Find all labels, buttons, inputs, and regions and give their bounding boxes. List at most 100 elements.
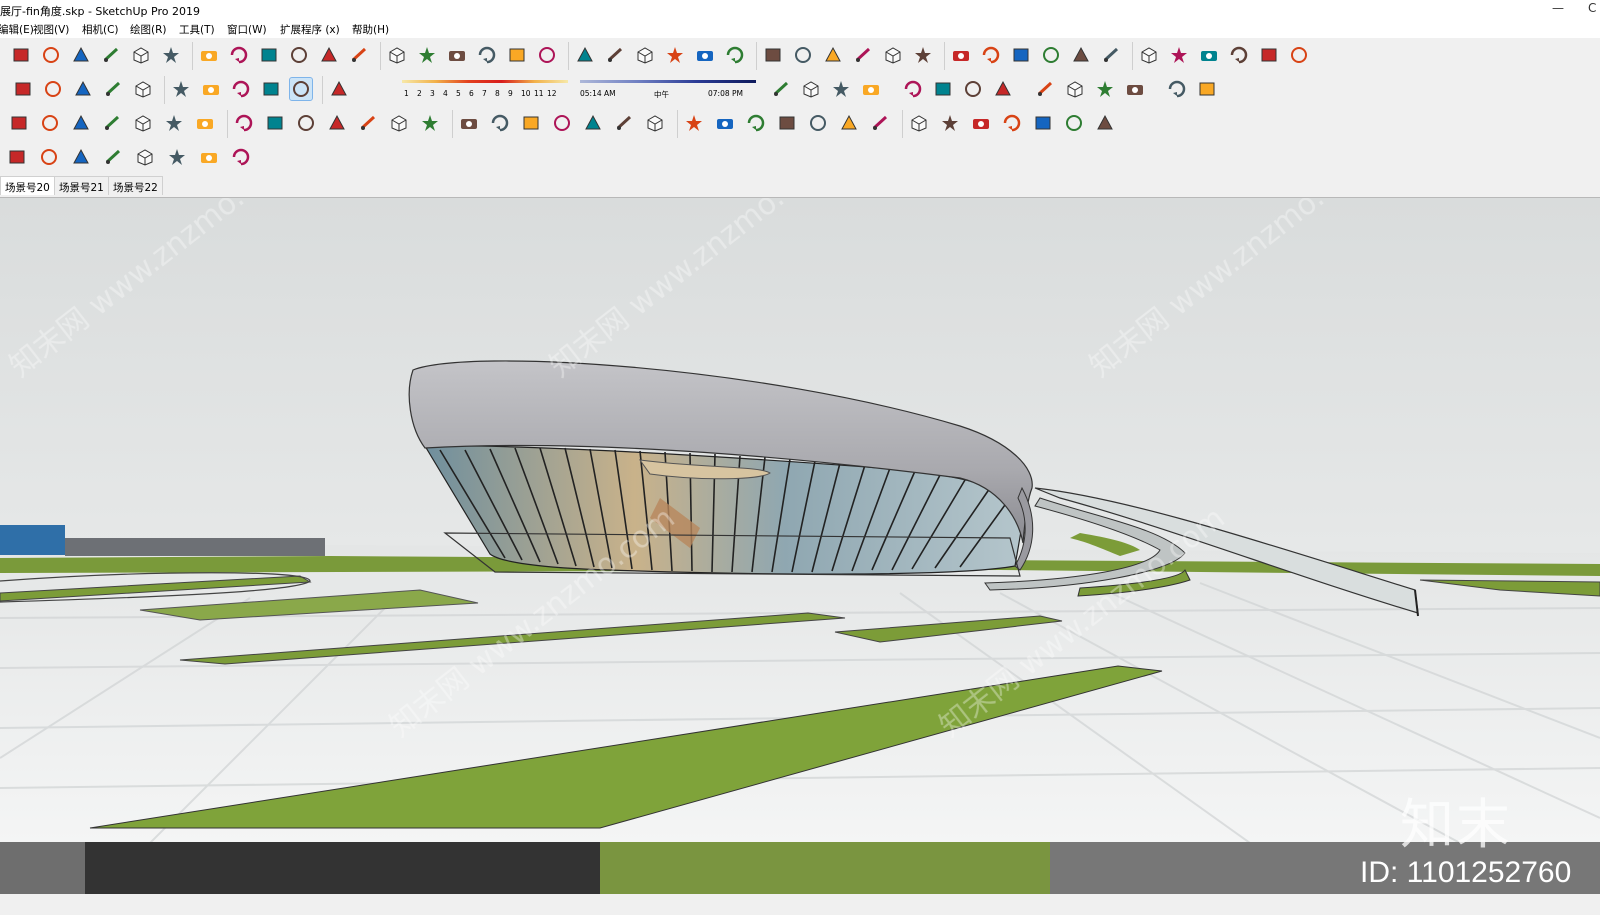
cut-icon[interactable] <box>264 112 286 134</box>
reel-icon[interactable] <box>939 112 961 134</box>
magnet-icon[interactable] <box>962 78 984 100</box>
menu-camera[interactable]: 相机(C) <box>82 22 119 37</box>
scene-tab-20[interactable]: 场景号20 <box>0 176 55 195</box>
menu-view[interactable]: 视图(V) <box>33 22 69 37</box>
add-icon[interactable] <box>38 146 60 168</box>
top-view-icon[interactable] <box>980 44 1002 66</box>
scene-tab-21[interactable]: 场景号21 <box>54 176 109 195</box>
scene-export-icon[interactable] <box>1124 78 1146 100</box>
orbit-icon[interactable] <box>348 44 370 66</box>
camera-icon[interactable] <box>1166 78 1188 100</box>
frame-icon[interactable] <box>326 112 348 134</box>
flower-icon[interactable] <box>458 112 480 134</box>
terrain-icon[interactable] <box>776 112 798 134</box>
rotate-icon[interactable] <box>198 44 220 66</box>
menu-tools[interactable]: 工具(T) <box>179 22 215 37</box>
sphere-icon[interactable] <box>852 44 874 66</box>
protractor-icon[interactable] <box>724 44 746 66</box>
zoom-extents-icon[interactable] <box>446 44 468 66</box>
window-tool-icon[interactable] <box>194 112 216 134</box>
ruby-icon[interactable] <box>574 44 596 66</box>
subtract-icon[interactable] <box>536 44 558 66</box>
rectangle-icon[interactable] <box>70 44 92 66</box>
intersect-icon[interactable] <box>506 44 528 66</box>
follow-me-icon[interactable] <box>130 44 152 66</box>
axes-icon[interactable] <box>762 44 784 66</box>
grass-icon[interactable] <box>830 78 852 100</box>
scale-icon[interactable] <box>228 44 250 66</box>
outer-shell-icon[interactable] <box>476 44 498 66</box>
settings-gear-icon[interactable] <box>1196 78 1218 100</box>
check-icon[interactable] <box>1138 44 1160 66</box>
paint-bucket-icon[interactable] <box>318 44 340 66</box>
stop-icon[interactable] <box>1094 78 1116 100</box>
checker-icon[interactable] <box>102 146 124 168</box>
components-icon[interactable] <box>912 44 934 66</box>
tape-measure-icon[interactable] <box>258 44 280 66</box>
menu-window[interactable]: 窗口(W) <box>227 22 267 37</box>
corner-icon[interactable] <box>357 112 379 134</box>
select-icon[interactable] <box>12 78 34 100</box>
gear-cluster-icon[interactable] <box>166 146 188 168</box>
iso-view-icon[interactable] <box>950 44 972 66</box>
face-icon[interactable] <box>72 78 94 100</box>
section-icon[interactable] <box>634 44 656 66</box>
brick-icon[interactable] <box>714 112 736 134</box>
dimension-icon[interactable] <box>70 112 92 134</box>
palette-icon[interactable] <box>489 112 511 134</box>
layout-icon[interactable] <box>770 78 792 100</box>
shadow-time-slider[interactable]: 05:14 AM 中午 07:08 PM <box>578 78 758 102</box>
shadow-toggle-icon[interactable] <box>289 77 313 101</box>
camera-rig-icon[interactable] <box>970 112 992 134</box>
cloud-icon[interactable] <box>1198 44 1220 66</box>
drape-icon[interactable] <box>838 112 860 134</box>
film-icon[interactable] <box>908 112 930 134</box>
material-icon[interactable] <box>132 78 154 100</box>
move-icon[interactable] <box>160 44 182 66</box>
roof-icon[interactable] <box>260 78 282 100</box>
mail-icon[interactable] <box>198 146 220 168</box>
left-view-icon[interactable] <box>1100 44 1122 66</box>
model-viewport[interactable]: 知末网 www.znzmo.com 知末网 www.znzmo.com 知末网 … <box>0 197 1600 842</box>
house-icon[interactable] <box>170 78 192 100</box>
grid-icon[interactable] <box>860 78 882 100</box>
diamond-icon[interactable] <box>419 112 441 134</box>
cone-icon[interactable] <box>664 44 686 66</box>
camera-track-icon[interactable] <box>1001 112 1023 134</box>
text-icon[interactable] <box>288 44 310 66</box>
minimize-button[interactable]: — <box>1552 1 1564 15</box>
home-icon[interactable] <box>230 78 252 100</box>
menu-extensions[interactable]: 扩展程序 (x) <box>280 22 340 37</box>
window-control-button[interactable]: C <box>1588 1 1596 15</box>
shadow-month-slider[interactable]: 1 2 3 4 5 6 7 8 9 10 11 12 <box>400 78 570 102</box>
window-icon[interactable] <box>1288 44 1310 66</box>
lumion-icon[interactable] <box>1034 78 1056 100</box>
ruby-cube-icon[interactable] <box>932 78 954 100</box>
expand-icon[interactable] <box>683 112 705 134</box>
zoom-icon[interactable] <box>416 44 438 66</box>
menu-edit[interactable]: 编辑(E) <box>0 22 34 37</box>
sandbox-icon[interactable] <box>800 78 822 100</box>
pan-icon[interactable] <box>386 44 408 66</box>
door-icon[interactable] <box>163 112 185 134</box>
su-app-icon[interactable] <box>902 78 924 100</box>
back-view-icon[interactable] <box>1070 44 1092 66</box>
hatch-icon[interactable] <box>869 112 891 134</box>
profile-icon[interactable] <box>8 112 30 134</box>
transfer-icon[interactable] <box>6 146 28 168</box>
scene-tab-22[interactable]: 场景号22 <box>108 176 163 195</box>
export-icon[interactable] <box>551 112 573 134</box>
path-icon[interactable] <box>101 112 123 134</box>
bulb-icon[interactable] <box>520 112 542 134</box>
teapot-icon[interactable] <box>1168 44 1190 66</box>
terrain-edit-icon[interactable] <box>807 112 829 134</box>
line-icon[interactable] <box>39 112 61 134</box>
stair-icon[interactable] <box>233 112 255 134</box>
sun-icon[interactable] <box>792 44 814 66</box>
flip-icon[interactable] <box>992 78 1014 100</box>
cloud-upload-icon[interactable] <box>134 146 156 168</box>
front-view-icon[interactable] <box>1010 44 1032 66</box>
mesh-icon[interactable] <box>745 112 767 134</box>
document-export-icon[interactable] <box>644 112 666 134</box>
right-view-icon[interactable] <box>1040 44 1062 66</box>
